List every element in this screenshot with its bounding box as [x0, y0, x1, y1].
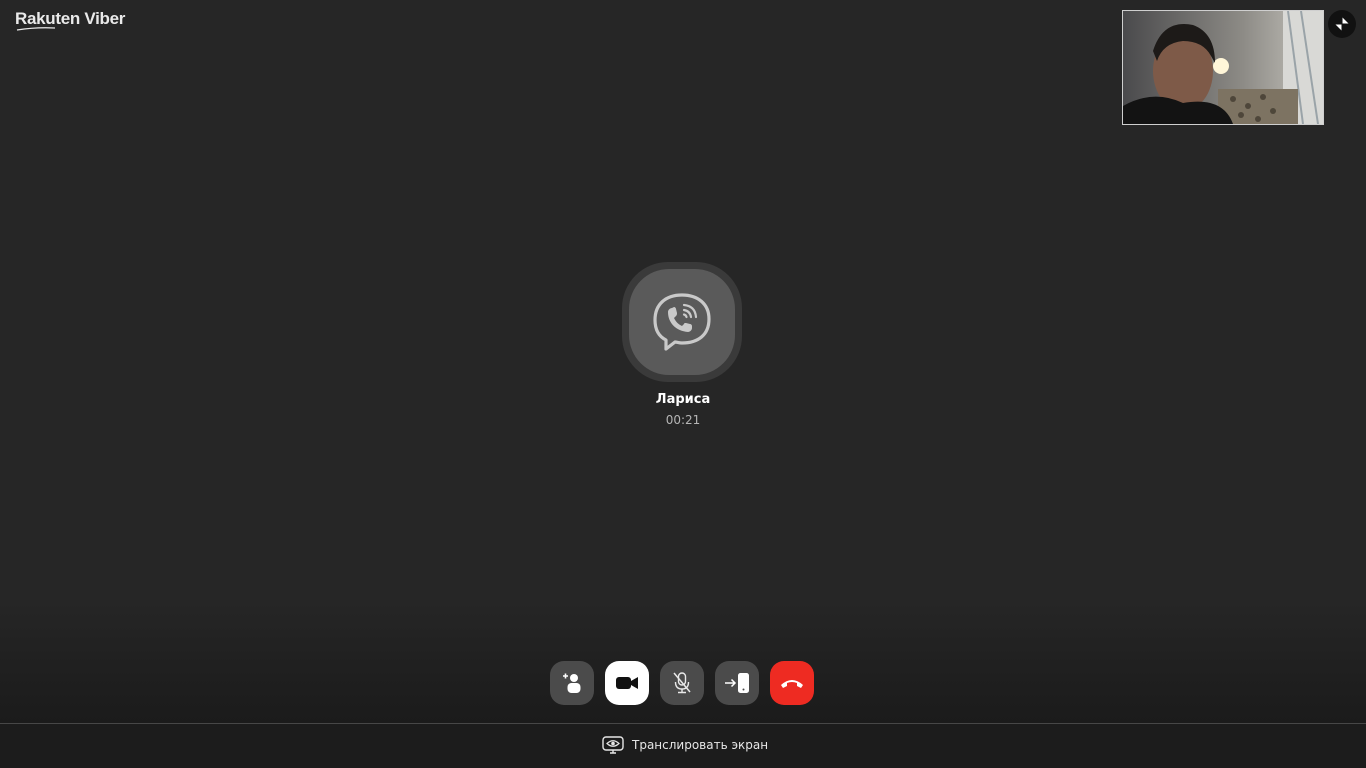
minimize-view-button[interactable] [1328, 10, 1356, 38]
transfer-to-phone-icon [725, 673, 749, 693]
share-screen-label: Транслировать экран [632, 738, 769, 752]
minimize-arrows-icon [1335, 17, 1349, 31]
rakuten-viber-logo: Rakuten Viber [15, 9, 126, 28]
camera-feed-image [1123, 11, 1323, 124]
mute-microphone-button[interactable] [660, 661, 704, 705]
transfer-to-phone-button[interactable] [715, 661, 759, 705]
eye-screen-icon [602, 736, 624, 754]
self-camera-preview[interactable] [1122, 10, 1324, 125]
contact-avatar [622, 262, 742, 382]
add-participant-button[interactable] [550, 661, 594, 705]
call-controls [550, 661, 814, 705]
logo-swoosh-icon [16, 27, 56, 31]
call-duration: 00:21 [665, 413, 701, 427]
microphone-muted-icon [673, 672, 691, 694]
end-call-button[interactable] [770, 661, 814, 705]
share-screen-button[interactable]: Транслировать экран [602, 736, 768, 754]
contact-name: Лариса [655, 392, 711, 407]
hang-up-icon [781, 680, 803, 688]
avatar-inner [629, 269, 735, 375]
video-toggle-button[interactable] [605, 661, 649, 705]
video-camera-icon [616, 677, 638, 689]
add-person-icon [563, 673, 581, 693]
viber-logo-icon [653, 293, 711, 351]
